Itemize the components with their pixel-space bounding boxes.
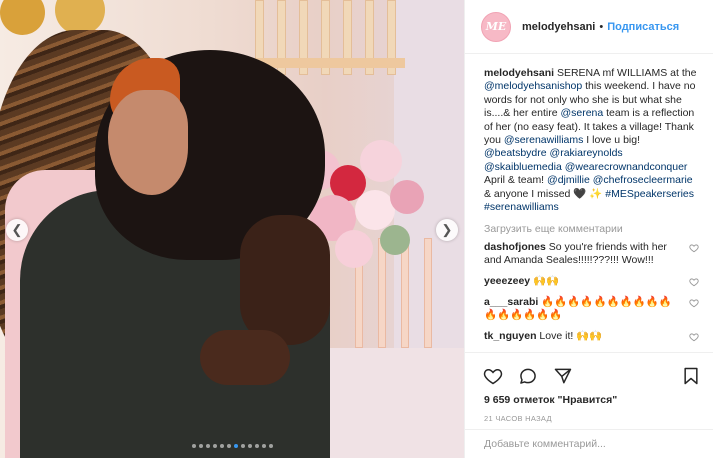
caption-mention-link[interactable]: #MESpeakerseries <box>605 188 694 200</box>
load-more-comments-button[interactable]: Загрузить еще комментарии <box>484 223 701 235</box>
comment-username[interactable]: yeeezeey <box>484 275 530 287</box>
post-caption: melodyehsani SERENA mf WILLIAMS at the @… <box>484 67 701 214</box>
post-header: ME melodyehsani • Подписаться <box>465 0 713 54</box>
comment-row: tk_nguyen Love it! 🙌🙌 <box>484 330 701 343</box>
comment-row: dashofjones So you're friends with her a… <box>484 241 701 267</box>
carousel-dot <box>254 444 259 448</box>
comment-username[interactable]: dashofjones <box>484 241 546 253</box>
caption-mention-link[interactable]: @wearecrownandconquer <box>565 161 688 173</box>
post-actions: 9 659 отметок "Нравится" 21 ЧАСОВ НАЗАД <box>465 352 713 458</box>
follow-button[interactable]: Подписаться <box>607 21 679 33</box>
header-username[interactable]: melodyehsani <box>522 21 595 33</box>
caption-text: ✨ <box>589 187 603 200</box>
comment-like-heart-icon[interactable] <box>689 277 699 287</box>
post-timestamp[interactable]: 21 ЧАСОВ НАЗАД <box>465 414 713 423</box>
carousel-dot <box>233 444 238 448</box>
caption-mention-link[interactable]: #serenawilliams <box>484 201 559 213</box>
carousel-dot <box>191 444 196 448</box>
caption-mention-link[interactable]: @serenawilliams <box>504 134 584 146</box>
photo-arm <box>240 215 330 345</box>
comment-text: Love it! 🙌🙌 <box>536 330 603 343</box>
comment-like-heart-icon[interactable] <box>689 243 699 253</box>
caption-text: April & team! <box>484 174 548 187</box>
comment-text: 🙌🙌 <box>530 275 560 288</box>
action-icons-row <box>465 353 713 391</box>
comments-list[interactable]: melodyehsani SERENA mf WILLIAMS at the @… <box>465 55 713 351</box>
carousel-dot <box>268 444 273 448</box>
caption-mention-link[interactable]: @djmillie <box>547 174 590 186</box>
caption-mention-link[interactable]: @rakiareynolds <box>550 147 623 159</box>
likes-count[interactable]: 9 659 отметок "Нравится" <box>465 394 713 406</box>
comment-input[interactable] <box>484 438 684 450</box>
caption-text: I love u big! <box>583 134 640 147</box>
heart-icon[interactable] <box>483 366 503 386</box>
comment-username[interactable]: tk_nguyen <box>484 330 537 342</box>
caption-text: & anyone I missed 🖤 <box>484 187 590 200</box>
add-comment-area <box>465 429 713 458</box>
caption-username[interactable]: melodyehsani <box>484 67 554 79</box>
post-side-panel: ME melodyehsani • Подписаться melodyehsa… <box>464 0 713 458</box>
comment-username[interactable]: a___sarabi <box>484 296 538 308</box>
comment-like-heart-icon[interactable] <box>689 298 699 308</box>
bookmark-icon[interactable] <box>681 366 701 386</box>
comment-row: yeeezeey 🙌🙌 <box>484 275 701 288</box>
carousel-dot <box>212 444 217 448</box>
share-icon[interactable] <box>553 366 573 386</box>
comment-row: a___sarabi 🔥🔥🔥🔥🔥🔥🔥🔥🔥🔥🔥🔥🔥🔥🔥🔥 <box>484 296 701 322</box>
comment-like-heart-icon[interactable] <box>689 332 699 342</box>
caption-mention-link[interactable]: @serena <box>560 107 603 119</box>
caption-text: SERENA mf WILLIAMS at the <box>554 67 697 79</box>
carousel-dot <box>219 444 224 448</box>
chevron-right-icon[interactable]: ❯ <box>436 219 458 241</box>
carousel-dot <box>261 444 266 448</box>
caption-mention-link[interactable]: @beatsbydre <box>484 147 547 159</box>
comment-items: dashofjones So you're friends with her a… <box>484 241 701 343</box>
avatar[interactable]: ME <box>481 11 511 42</box>
avatar-text: ME <box>485 20 507 33</box>
post-photo[interactable]: POWE ❮ ❯ <box>0 0 464 458</box>
carousel-dot <box>205 444 210 448</box>
comment-icon[interactable] <box>518 366 538 386</box>
chevron-left-icon[interactable]: ❮ <box>6 219 28 241</box>
carousel-indicator <box>0 439 464 451</box>
photo-hand <box>200 330 290 385</box>
photo-fence <box>255 0 405 80</box>
caption-mention-link[interactable]: @chefrosecleermarie <box>593 174 693 186</box>
carousel-dot <box>240 444 245 448</box>
caption-mention-link[interactable]: @melodyehsanishop <box>484 80 582 92</box>
header-separator: • <box>599 20 604 33</box>
caption-mention-link[interactable]: @skaibluemedia <box>484 161 562 173</box>
carousel-dot <box>198 444 203 448</box>
carousel-dot <box>247 444 252 448</box>
carousel-dot <box>226 444 231 448</box>
